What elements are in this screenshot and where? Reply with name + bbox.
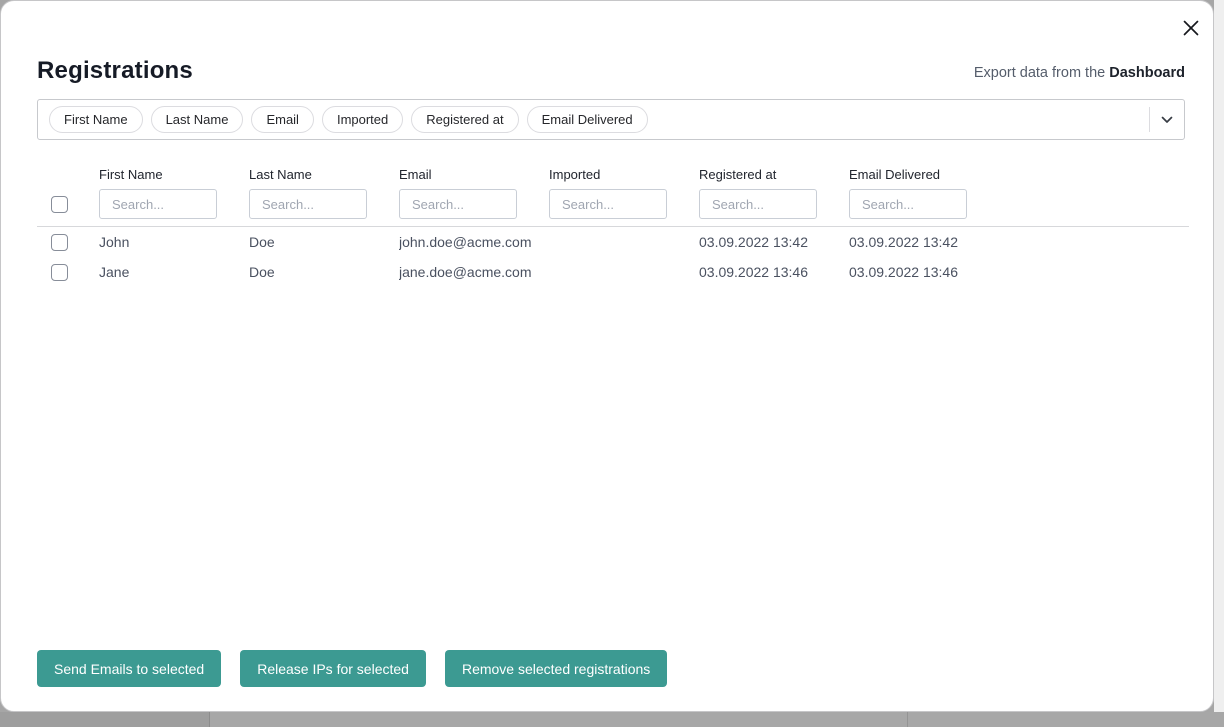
filter-pill-email[interactable]: Email <box>251 106 314 133</box>
search-input-imported[interactable] <box>549 189 667 219</box>
column-first-name: First Name <box>99 167 249 219</box>
table-row[interactable]: John Doe john.doe@acme.com 03.09.2022 13… <box>37 227 1189 257</box>
cell-last-name: Doe <box>249 234 399 250</box>
backdrop-right-sliver <box>1214 0 1224 712</box>
cell-email-delivered: 03.09.2022 13:42 <box>849 234 1189 250</box>
cell-email-delivered: 03.09.2022 13:46 <box>849 264 1189 280</box>
column-filter-bar: First Name Last Name Email Imported Regi… <box>37 99 1185 140</box>
filter-bar-right <box>1149 100 1184 139</box>
search-input-email[interactable] <box>399 189 517 219</box>
registrations-table: First Name Last Name Email Imported Regi… <box>37 167 1189 287</box>
search-input-registered-at[interactable] <box>699 189 817 219</box>
cell-registered-at: 03.09.2022 13:42 <box>699 234 849 250</box>
close-button[interactable] <box>1180 17 1202 39</box>
dashboard-link[interactable]: Dashboard <box>1109 65 1185 81</box>
column-last-name: Last Name <box>249 167 399 219</box>
registrations-modal: Registrations Export data from the Dashb… <box>0 0 1214 712</box>
column-header-label: Last Name <box>249 167 399 182</box>
row-checkbox[interactable] <box>51 234 68 251</box>
table-row[interactable]: Jane Doe jane.doe@acme.com 03.09.2022 13… <box>37 257 1189 287</box>
column-registered-at: Registered at <box>699 167 849 219</box>
column-imported: Imported <box>549 167 699 219</box>
search-input-email-delivered[interactable] <box>849 189 967 219</box>
row-select-cell <box>37 227 99 257</box>
remove-registrations-button[interactable]: Remove selected registrations <box>445 650 667 687</box>
release-ips-button[interactable]: Release IPs for selected <box>240 650 426 687</box>
export-hint-text: Export data from the <box>974 65 1109 81</box>
close-icon <box>1182 19 1200 37</box>
filter-pill-email-delivered[interactable]: Email Delivered <box>527 106 648 133</box>
filter-pill-first-name[interactable]: First Name <box>49 106 143 133</box>
cell-first-name: John <box>99 234 249 250</box>
column-header-label: Registered at <box>699 167 849 182</box>
cell-email: john.doe@acme.com <box>399 234 549 250</box>
column-email-delivered: Email Delivered <box>849 167 1189 219</box>
backdrop-bottom-strip <box>0 712 1224 727</box>
filter-pill-imported[interactable]: Imported <box>322 106 403 133</box>
chevron-down-icon <box>1161 116 1173 124</box>
select-all-cell <box>37 167 99 219</box>
column-email: Email <box>399 167 549 219</box>
row-checkbox[interactable] <box>51 264 68 281</box>
modal-header: Registrations Export data from the Dashb… <box>37 55 1185 85</box>
search-input-last-name[interactable] <box>249 189 367 219</box>
send-emails-button[interactable]: Send Emails to selected <box>37 650 221 687</box>
cell-registered-at: 03.09.2022 13:46 <box>699 264 849 280</box>
row-select-cell <box>37 257 99 287</box>
table-header-row: First Name Last Name Email Imported Regi… <box>37 167 1189 219</box>
column-header-label: Email Delivered <box>849 167 1189 182</box>
search-input-first-name[interactable] <box>99 189 217 219</box>
cell-last-name: Doe <box>249 264 399 280</box>
filter-pill-registered-at[interactable]: Registered at <box>411 106 518 133</box>
column-header-label: First Name <box>99 167 249 182</box>
cell-email: jane.doe@acme.com <box>399 264 549 280</box>
cell-first-name: Jane <box>99 264 249 280</box>
backdrop-sidebar-edge <box>0 712 210 727</box>
backdrop-content-divider <box>907 712 908 727</box>
filter-pill-last-name[interactable]: Last Name <box>151 106 244 133</box>
footer-actions: Send Emails to selected Release IPs for … <box>37 650 667 687</box>
column-header-label: Email <box>399 167 549 182</box>
filter-dropdown-button[interactable] <box>1150 100 1184 139</box>
export-hint: Export data from the Dashboard <box>974 65 1185 85</box>
select-all-checkbox[interactable] <box>51 196 68 213</box>
page-title: Registrations <box>37 57 193 85</box>
column-header-label: Imported <box>549 167 699 182</box>
